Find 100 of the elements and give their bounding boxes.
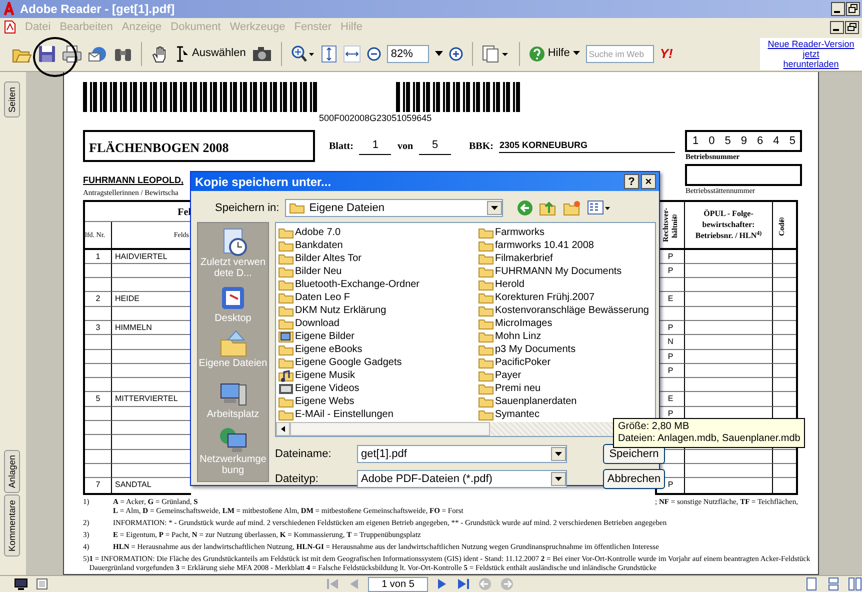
folder-item[interactable]: Korekturen Frühj.2007 (478, 291, 657, 304)
select-tool-button[interactable]: Auswählen (175, 45, 246, 62)
folder-item[interactable]: Farmworks (478, 226, 657, 239)
file-name-field[interactable]: get[1].pdf (357, 445, 567, 463)
table-cell (772, 450, 796, 464)
table-cell (772, 350, 796, 364)
folder-item[interactable]: Eigene eBooks (278, 343, 478, 356)
camera-icon[interactable] (252, 46, 272, 62)
table-cell (772, 306, 796, 321)
folder-icon (278, 396, 294, 408)
help-button[interactable]: ? (624, 174, 639, 189)
folder-icon (478, 370, 494, 382)
restore-icon[interactable] (846, 2, 860, 16)
folder-item[interactable]: farmworks 10.41 2008 (478, 239, 657, 252)
zoom-in-icon[interactable] (448, 46, 463, 60)
document-icon[interactable] (36, 578, 48, 590)
folder-icon (478, 382, 494, 394)
folder-item[interactable]: Eigene Musik (278, 369, 478, 382)
folder-icon (478, 304, 494, 316)
folder-icon (478, 330, 494, 342)
minimize-icon[interactable] (830, 20, 844, 34)
folder-item[interactable]: Filmakerbrief (478, 252, 657, 265)
folder-item[interactable]: Bilder Neu (278, 265, 478, 278)
column-header: ÖPUL - Folge-bewirtschafter: Betriebsnr. / HLN$^{4)}$ (684, 202, 772, 250)
close-button[interactable]: × (641, 174, 656, 189)
last-page-icon[interactable] (456, 578, 470, 590)
new-folder-icon[interactable] (563, 200, 582, 216)
help-button[interactable]: Hilfe (528, 45, 580, 62)
page-number-field[interactable]: 1 von 5 (368, 576, 428, 592)
table-cell-text: P (666, 479, 674, 492)
folder-item[interactable]: DKM Nutz Erklärung (278, 304, 478, 317)
caret-icon (572, 51, 580, 56)
facing-pages-icon[interactable] (848, 577, 862, 591)
side-panel-tab[interactable]: Seiten (4, 82, 20, 118)
bbk-value: 2305 KORNEUBURG (499, 138, 676, 154)
folder-item[interactable]: Download (278, 317, 478, 330)
caret-icon[interactable] (434, 50, 443, 56)
restore-icon[interactable] (845, 20, 859, 34)
farm-number-digit: 1 (692, 134, 699, 149)
search-provider-logo[interactable]: Y! (660, 44, 673, 64)
continuous-page-icon[interactable] (826, 577, 840, 591)
folder-icon (278, 356, 294, 368)
folder-item[interactable]: Eigene Bilder (278, 330, 478, 343)
folder-icon (478, 278, 494, 290)
update-link[interactable]: Neue Reader-Version jetzt herunterladen (760, 38, 862, 70)
side-panel-tab[interactable]: Kommentare (4, 494, 20, 556)
cancel-button[interactable]: Abbrechen (603, 469, 665, 489)
zoom-field[interactable]: 82% (386, 44, 429, 62)
form-title: FLÄCHENBOGEN 2008 (83, 130, 315, 162)
side-panel-tab[interactable]: Anlagen (4, 450, 20, 493)
print-icon[interactable] (62, 44, 82, 62)
fit-page-icon[interactable] (320, 44, 337, 62)
table-cell (772, 335, 796, 350)
single-page-icon[interactable] (804, 577, 818, 591)
minimize-icon[interactable] (831, 2, 845, 16)
fit-width-icon[interactable] (342, 44, 361, 62)
farm-number-digit: 5 (789, 134, 796, 149)
folder-item[interactable]: Premi neu (478, 382, 657, 395)
folder-item[interactable]: E-MAil - Einstellungen (278, 408, 478, 421)
save-icon[interactable] (38, 44, 56, 62)
folder-item[interactable]: Eigene Videos (278, 382, 478, 395)
view-menu-icon[interactable] (587, 200, 612, 216)
folder-item[interactable]: Adobe 7.0 (278, 226, 478, 239)
folder-item[interactable]: MicroImages (478, 317, 657, 330)
folder-item[interactable]: Bilder Altes Tor (278, 252, 478, 265)
monitor-icon[interactable] (14, 578, 28, 590)
tooltip: Größe: 2,80 MB Dateien: Anlagen.mdb, Sauenplaner.mdb (613, 418, 806, 448)
folder-item[interactable]: Mohn Linz (478, 330, 657, 343)
scroll-left-icon[interactable] (276, 422, 290, 436)
folder-item[interactable]: Bluetooth-Exchange-Ordner (278, 278, 478, 291)
folder-item[interactable]: Herold (478, 278, 657, 291)
folder-item[interactable]: Sauenplanerdaten (478, 395, 657, 408)
folder-icon (478, 252, 494, 264)
save-in-dropdown[interactable]: Eigene Dateien (285, 199, 504, 217)
file-type-dropdown[interactable]: Adobe PDF-Dateien (*.pdf) (357, 470, 567, 488)
folder-item[interactable]: Eigene Webs (278, 395, 478, 408)
folder-item[interactable]: Kostenvoranschläge Bewässerung (478, 304, 657, 317)
folder-item[interactable]: FUHRMANN My Documents (478, 265, 657, 278)
folder-item[interactable]: Eigene Google Gadgets (278, 356, 478, 369)
folder-item[interactable]: p3 My Documents (478, 343, 657, 356)
folder-icon (278, 252, 294, 264)
annotation-circle (33, 37, 77, 77)
folder-icon (278, 278, 294, 290)
email-icon[interactable] (88, 44, 108, 62)
folder-item[interactable]: PacificPoker (478, 356, 657, 369)
up-folder-icon[interactable] (539, 200, 558, 216)
folder-item[interactable]: Symantec (478, 408, 657, 421)
folder-icon (278, 226, 294, 238)
web-search-field[interactable]: Suche im Web (586, 44, 654, 62)
folder-item[interactable]: Bankdaten (278, 239, 478, 252)
folder-item[interactable]: Payer (478, 369, 657, 382)
next-page-icon[interactable] (436, 578, 448, 590)
scrollbar-thumb[interactable] (290, 422, 490, 436)
table-cell: 5 (85, 392, 111, 407)
folder-item[interactable]: Daten Leo F (278, 291, 478, 304)
pages-icon[interactable] (482, 44, 510, 62)
zoom-in-icon[interactable] (290, 44, 315, 62)
zoom-out-icon[interactable] (366, 46, 381, 60)
folder-icon (478, 292, 494, 304)
table-cell (772, 364, 796, 378)
